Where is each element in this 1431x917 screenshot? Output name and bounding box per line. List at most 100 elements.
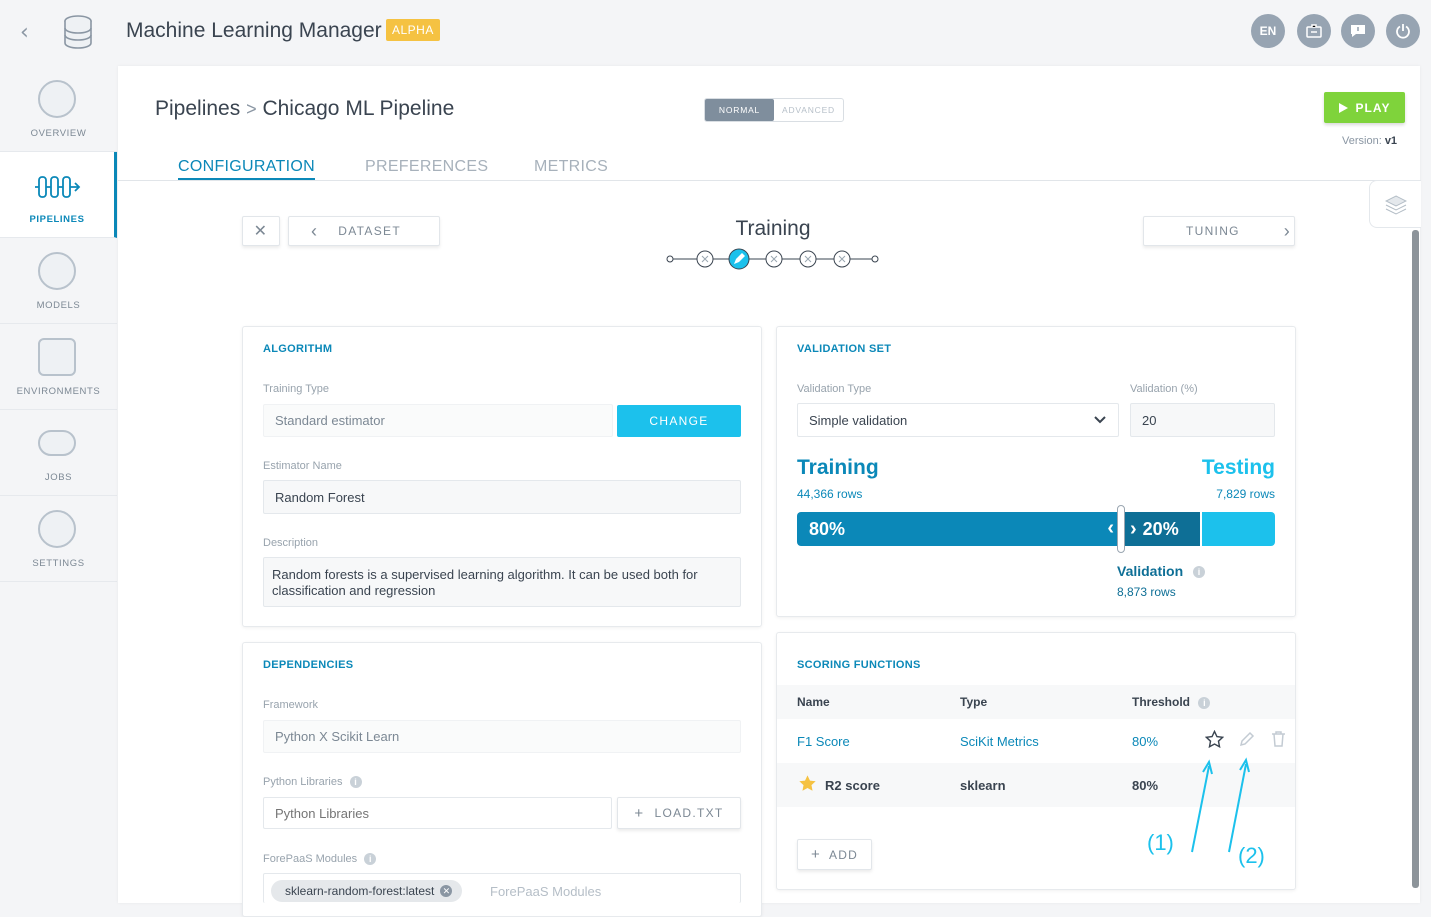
row-name[interactable]: F1 Score bbox=[797, 734, 850, 749]
sidebar-item-label: JOBS bbox=[44, 472, 73, 483]
add-scoring-button[interactable]: + ADD bbox=[797, 839, 872, 870]
step-dot[interactable] bbox=[799, 250, 817, 268]
version-label: Version: bbox=[1342, 135, 1382, 147]
sidebar-item-jobs[interactable]: JOBS bbox=[0, 410, 117, 496]
breadcrumb-separator: > bbox=[246, 99, 257, 119]
framework-field: Python X Scikit Learn bbox=[263, 720, 741, 753]
tab-configuration[interactable]: CONFIGURATION bbox=[178, 158, 315, 180]
column-threshold: Threshold i bbox=[1132, 695, 1211, 709]
back-chevron-icon[interactable]: ‹ bbox=[20, 20, 29, 45]
modules-label-text: ForePaaS Modules bbox=[263, 853, 358, 865]
info-icon[interactable]: i bbox=[1193, 566, 1206, 579]
remove-chip-icon[interactable]: ✕ bbox=[440, 885, 453, 897]
alpha-badge: ALPHA bbox=[386, 19, 440, 41]
training-heading: Training bbox=[797, 456, 879, 479]
split-handle[interactable] bbox=[1117, 505, 1125, 553]
step-dot-active[interactable] bbox=[728, 248, 750, 270]
presentation-icon[interactable] bbox=[1297, 14, 1331, 48]
breadcrumb-root[interactable]: Pipelines bbox=[155, 97, 240, 120]
annotation-arrows bbox=[1191, 757, 1250, 853]
chevron-right-icon: › bbox=[1283, 220, 1292, 241]
description-textarea[interactable]: Random forests is a supervised learning … bbox=[263, 557, 741, 607]
trash-icon[interactable] bbox=[1271, 730, 1286, 747]
split-bar[interactable]: 80% ‹ › 20% bbox=[797, 512, 1275, 546]
python-libraries-input[interactable] bbox=[263, 797, 612, 829]
info-icon[interactable]: i bbox=[364, 853, 377, 866]
training-type-field: Standard estimator bbox=[263, 404, 613, 437]
sidebar-item-overview[interactable]: OVERVIEW bbox=[0, 66, 117, 152]
database-icon bbox=[62, 14, 94, 50]
pipeline-icon bbox=[35, 176, 81, 198]
star-filled-icon[interactable] bbox=[798, 774, 817, 792]
step-dot[interactable] bbox=[765, 250, 783, 268]
mode-switch[interactable]: NORMAL ADVANCED bbox=[704, 98, 844, 122]
row-threshold: 80% bbox=[1132, 778, 1159, 793]
mode-normal[interactable]: NORMAL bbox=[705, 99, 774, 121]
validation-type-select[interactable]: Simple validation bbox=[797, 403, 1119, 437]
plus-icon: + bbox=[634, 804, 645, 822]
dependencies-title: DEPENDENCIES bbox=[263, 659, 354, 671]
sidebar-item-models[interactable]: MODELS bbox=[0, 238, 117, 324]
cube-icon bbox=[38, 338, 76, 376]
validation-type-value: Simple validation bbox=[809, 412, 908, 428]
testing-heading: Testing bbox=[1201, 456, 1275, 479]
pencil-icon[interactable] bbox=[1239, 731, 1255, 747]
chevron-down-icon bbox=[1094, 416, 1106, 424]
power-icon[interactable] bbox=[1386, 14, 1420, 48]
star-outline-icon[interactable] bbox=[1205, 730, 1224, 748]
python-libraries-label-text: Python Libraries bbox=[263, 776, 343, 788]
estimator-input[interactable]: Random Forest bbox=[263, 480, 741, 514]
validation-pct-label: Validation (%) bbox=[1130, 383, 1198, 395]
chevron-right-icon[interactable]: › bbox=[1130, 518, 1137, 541]
next-step-label: TUNING bbox=[1186, 224, 1240, 238]
info-icon[interactable]: i bbox=[349, 776, 362, 789]
change-button[interactable]: CHANGE bbox=[617, 405, 741, 437]
layers-icon bbox=[1385, 195, 1407, 215]
version-value: v1 bbox=[1384, 135, 1398, 147]
sidebar-item-settings[interactable]: SETTINGS bbox=[0, 496, 117, 582]
tab-metrics[interactable]: METRICS bbox=[534, 158, 608, 176]
sidebar-item-label: PIPELINES bbox=[29, 214, 85, 225]
testing-rows: 7,829 rows bbox=[1216, 487, 1275, 501]
annotation-label-2: (2) bbox=[1238, 843, 1265, 868]
tab-preferences[interactable]: PREFERENCES bbox=[365, 158, 488, 176]
sidebar-item-environments[interactable]: ENVIRONMENTS bbox=[0, 324, 117, 410]
framework-label: Framework bbox=[263, 699, 319, 711]
language-button[interactable]: EN bbox=[1251, 14, 1285, 48]
module-chip-label: sklearn-random-forest:latest bbox=[285, 884, 435, 898]
validation-pct: 20% bbox=[1142, 518, 1179, 539]
mode-advanced[interactable]: ADVANCED bbox=[774, 99, 843, 121]
feedback-icon[interactable] bbox=[1341, 14, 1375, 48]
close-button[interactable]: ✕ bbox=[242, 216, 280, 246]
close-icon: ✕ bbox=[253, 223, 269, 240]
sidebar-item-label: ENVIRONMENTS bbox=[16, 386, 101, 397]
description-label: Description bbox=[263, 537, 319, 549]
play-button[interactable]: PLAY bbox=[1324, 92, 1405, 123]
tab-divider bbox=[118, 180, 1420, 181]
chevron-left-icon[interactable]: ‹ bbox=[1107, 517, 1114, 540]
info-icon[interactable]: i bbox=[1198, 696, 1211, 709]
validation-heading-text: Validation bbox=[1117, 563, 1184, 579]
validation-heading: Validation i bbox=[1117, 563, 1206, 579]
settings-icon bbox=[38, 510, 76, 548]
play-label: PLAY bbox=[1355, 100, 1391, 115]
scrollbar[interactable] bbox=[1412, 230, 1419, 888]
load-txt-button[interactable]: + LOAD.TXT bbox=[617, 797, 741, 829]
layers-panel-toggle[interactable] bbox=[1369, 180, 1421, 228]
step-progress bbox=[666, 248, 879, 270]
column-threshold-text: Threshold bbox=[1132, 695, 1191, 709]
step-dot[interactable] bbox=[696, 250, 714, 268]
sidebar-item-pipelines[interactable]: PIPELINES bbox=[0, 152, 117, 238]
atom-icon bbox=[38, 252, 76, 290]
validation-pct-input[interactable]: 20 bbox=[1130, 403, 1275, 437]
next-step-button[interactable]: TUNING › bbox=[1143, 216, 1295, 246]
step-dot[interactable] bbox=[833, 250, 851, 268]
prev-step-button[interactable]: ‹ DATASET bbox=[288, 216, 440, 246]
modules-placeholder: ForePaaS Modules bbox=[490, 884, 602, 899]
column-type: Type bbox=[960, 695, 988, 709]
algorithm-title: ALGORITHM bbox=[263, 343, 333, 355]
training-segment: 80% ‹ bbox=[797, 512, 1122, 546]
row-type: SciKit Metrics bbox=[960, 734, 1039, 749]
row-name[interactable]: R2 score bbox=[825, 778, 880, 793]
python-libraries-label: Python Libraries i bbox=[263, 776, 362, 789]
